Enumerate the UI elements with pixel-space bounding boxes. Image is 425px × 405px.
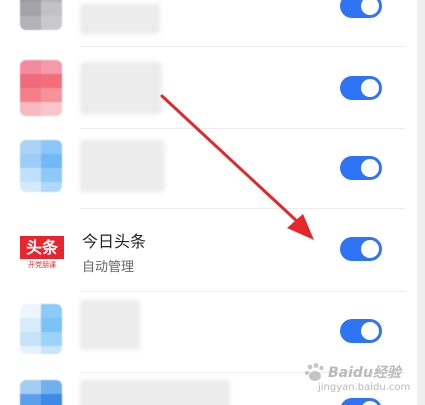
row-divider bbox=[80, 291, 405, 292]
toggle-knob bbox=[361, 0, 379, 15]
launch-toggle[interactable] bbox=[340, 319, 382, 343]
toggle-knob bbox=[361, 401, 379, 405]
app-launch-status: 自动管理 bbox=[82, 260, 135, 275]
toutiao-app-icon: 头条 开党朋课 bbox=[20, 236, 64, 272]
watermark: Baidu经验 jingyan.baidu.com bbox=[300, 360, 410, 400]
blurred-app-name bbox=[80, 380, 230, 405]
blurred-app-icon bbox=[20, 304, 62, 354]
row-divider bbox=[80, 46, 405, 47]
toggle-knob bbox=[361, 322, 379, 340]
annotation-arrow-icon bbox=[160, 94, 314, 240]
toutiao-launch-toggle[interactable] bbox=[340, 237, 382, 261]
paw-icon bbox=[305, 363, 324, 381]
watermark-url: jingyan.baidu.com bbox=[318, 382, 411, 393]
toutiao-logo-tagline: 开党朋课 bbox=[28, 261, 56, 269]
row-divider bbox=[80, 128, 405, 129]
row-divider bbox=[80, 208, 405, 209]
launch-toggle[interactable] bbox=[340, 0, 382, 18]
toggle-knob bbox=[361, 159, 379, 177]
blurred-app-name bbox=[80, 4, 160, 34]
watermark-brand: Baidu经验 bbox=[328, 365, 401, 381]
toutiao-logo: 头条 bbox=[20, 236, 64, 259]
blurred-app-icon bbox=[20, 380, 62, 405]
toggle-knob bbox=[361, 79, 379, 97]
blurred-app-name bbox=[80, 300, 140, 350]
toggle-knob bbox=[361, 240, 379, 258]
blurred-app-icon bbox=[20, 60, 62, 116]
scroll-edge bbox=[417, 0, 425, 405]
app-name: 今日头条 bbox=[82, 232, 147, 251]
app-launch-manager-list: 头条 开党朋课 今日头条 自动管理 Baidu经验 jingyan.baidu.… bbox=[0, 0, 425, 405]
blurred-app-icon bbox=[20, 0, 62, 30]
blurred-app-name bbox=[80, 140, 165, 192]
launch-toggle[interactable] bbox=[340, 76, 382, 100]
blurred-app-icon bbox=[20, 140, 62, 192]
launch-toggle[interactable] bbox=[340, 156, 382, 180]
blurred-app-name bbox=[80, 62, 162, 114]
